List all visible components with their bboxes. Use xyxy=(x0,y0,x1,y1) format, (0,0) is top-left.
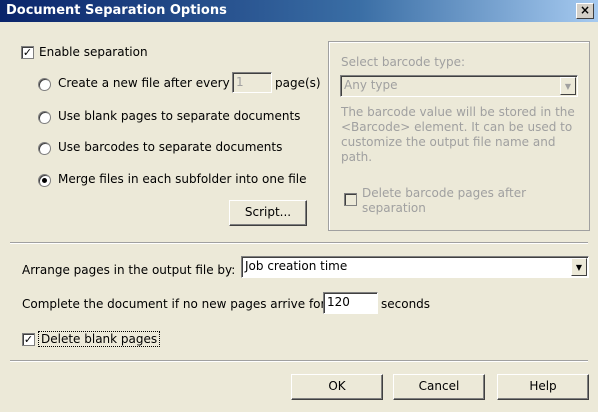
radio-merge-label[interactable]: Merge files in each subfolder into one f… xyxy=(58,172,306,186)
delete-blank-pages-checkbox[interactable]: ✓ xyxy=(22,333,35,346)
barcode-type-select[interactable]: Any type xyxy=(340,75,578,97)
barcode-type-label: Select barcode type: xyxy=(341,55,466,69)
enable-separation-checkbox[interactable]: ✓ xyxy=(21,46,34,59)
close-icon: × xyxy=(579,3,591,17)
complete-document-label: Complete the document if no new pages ar… xyxy=(22,297,326,311)
close-button[interactable]: × xyxy=(576,3,594,19)
radio-selected-dot xyxy=(42,178,47,183)
radio-blank-pages[interactable] xyxy=(38,111,51,124)
delete-barcode-pages-checkbox[interactable] xyxy=(344,193,357,206)
arrange-pages-value: Job creation time xyxy=(245,259,348,273)
arrange-pages-select[interactable]: Job creation time xyxy=(241,256,589,278)
radio-merge[interactable] xyxy=(38,174,51,187)
delete-barcode-pages-label[interactable]: Delete barcode pages after separation xyxy=(362,186,562,216)
separator xyxy=(10,242,588,244)
ok-button[interactable]: OK xyxy=(291,374,383,400)
chevron-down-icon: ▼ xyxy=(560,77,576,95)
enable-separation-label[interactable]: Enable separation xyxy=(39,45,148,59)
script-button[interactable]: Script... xyxy=(229,200,307,226)
chevron-down-icon[interactable]: ▼ xyxy=(571,258,587,276)
barcode-description: The barcode value will be stored in the … xyxy=(341,105,575,164)
delete-blank-pages-label[interactable]: Delete blank pages xyxy=(38,331,161,347)
seconds-label: seconds xyxy=(381,297,431,311)
title-bar: Document Separation Options × xyxy=(0,0,598,22)
timeout-seconds-input[interactable]: 120 xyxy=(323,292,378,314)
cancel-button[interactable]: Cancel xyxy=(393,374,485,400)
barcode-type-value: Any type xyxy=(344,78,398,92)
separator xyxy=(10,360,588,362)
pages-per-file-input[interactable]: 1 xyxy=(232,72,272,93)
radio-new-file[interactable] xyxy=(38,78,51,91)
radio-barcodes-label[interactable]: Use barcodes to separate documents xyxy=(58,140,282,154)
help-button[interactable]: Help xyxy=(497,374,589,400)
pages-unit-label: page(s) xyxy=(275,76,321,90)
arrange-pages-label: Arrange pages in the output file by: xyxy=(22,263,236,277)
radio-blank-pages-label[interactable]: Use blank pages to separate documents xyxy=(58,109,300,123)
window-title: Document Separation Options xyxy=(6,3,227,18)
radio-barcodes[interactable] xyxy=(38,142,51,155)
radio-new-file-label[interactable]: Create a new file after every xyxy=(58,76,230,90)
